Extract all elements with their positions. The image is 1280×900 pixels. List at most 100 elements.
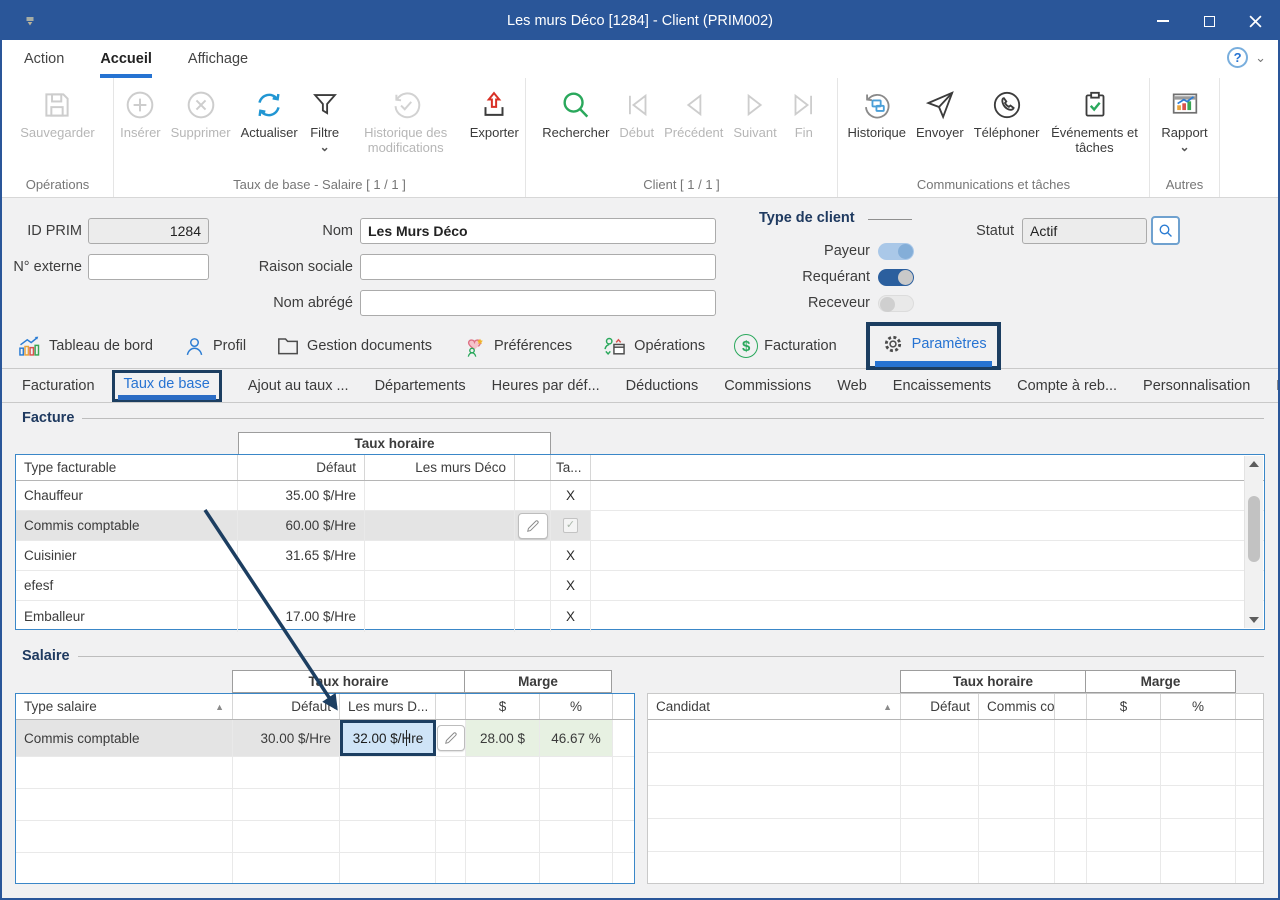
- edit-rate-button[interactable]: [518, 513, 548, 539]
- column-header-defaut[interactable]: Défaut: [901, 694, 979, 719]
- statut-field[interactable]: [1022, 218, 1147, 244]
- nom-field[interactable]: [360, 218, 716, 244]
- next-record-button[interactable]: Suivant: [728, 85, 781, 143]
- subtab-taux-de-base[interactable]: Taux de base: [112, 370, 222, 402]
- previous-record-button[interactable]: Précédent: [659, 85, 728, 143]
- edit-salary-rate-button[interactable]: [437, 725, 465, 751]
- table-row-selected[interactable]: Commis comptable 60.00 $/Hre ✓: [16, 511, 1264, 541]
- toolbar-group-client: Rechercher Début Précédent Suivant: [526, 78, 838, 197]
- tab-facturation[interactable]: $ Facturation: [734, 334, 837, 358]
- column-header-les-murs-d[interactable]: Les murs D...: [340, 694, 436, 719]
- candidat-table[interactable]: Candidat▲ Défaut Commis co... $ %: [647, 693, 1264, 884]
- search-icon: [559, 88, 593, 122]
- collapse-ribbon-icon[interactable]: ⌄: [1255, 50, 1266, 66]
- table-row[interactable]: Emballeur 17.00 $/Hre X: [16, 601, 1264, 632]
- ribbon-tab-affichage[interactable]: Affichage: [188, 40, 248, 78]
- events-tasks-button[interactable]: Événements et tâches: [1045, 85, 1145, 158]
- first-record-button[interactable]: Début: [614, 85, 659, 143]
- subtab-web[interactable]: Web: [837, 378, 867, 394]
- save-button[interactable]: Sauvegarder: [15, 85, 99, 143]
- column-header-type-facturable[interactable]: Type facturable: [16, 455, 238, 480]
- tab-preferences[interactable]: Préférences: [461, 333, 572, 360]
- refresh-button[interactable]: Actualiser: [236, 85, 303, 143]
- export-button[interactable]: Exporter: [465, 85, 524, 143]
- ribbon-tab-action[interactable]: Action: [24, 40, 64, 78]
- scroll-down-arrow[interactable]: [1245, 612, 1263, 628]
- client-rate-cell-highlighted[interactable]: 32.00 $/Hre: [340, 720, 436, 756]
- tab-profil[interactable]: Profil: [182, 334, 246, 359]
- receveur-toggle[interactable]: [878, 295, 914, 312]
- phone-button[interactable]: Téléphoner: [969, 85, 1045, 143]
- salaire-table[interactable]: Type salaire▲ Défaut Les murs D... $ % C…: [15, 693, 635, 884]
- last-record-button[interactable]: Fin: [782, 85, 826, 143]
- statut-lookup-button[interactable]: [1151, 216, 1180, 245]
- ta-checkbox[interactable]: ✓: [563, 518, 578, 533]
- raison-sociale-field[interactable]: [360, 254, 716, 280]
- column-header-dollar[interactable]: $: [466, 694, 540, 719]
- column-header-commis-co[interactable]: Commis co...: [979, 694, 1055, 719]
- minimize-button[interactable]: [1140, 2, 1186, 40]
- facture-table[interactable]: Type facturable Défaut Les murs Déco Ta.…: [15, 454, 1265, 630]
- vertical-scrollbar[interactable]: [1244, 456, 1263, 628]
- tab-parametres[interactable]: Paramètres: [866, 322, 1001, 370]
- subtab-ajout-au-taux[interactable]: Ajout au taux ...: [248, 378, 349, 394]
- tab-gestion-documents[interactable]: Gestion documents: [275, 333, 432, 359]
- column-header-defaut[interactable]: Défaut: [238, 455, 365, 480]
- scrollbar-thumb[interactable]: [1248, 496, 1260, 562]
- subtab-departements[interactable]: Départements: [375, 378, 466, 394]
- facture-header-row: Type facturable Défaut Les murs Déco Ta.…: [16, 455, 1264, 481]
- table-row[interactable]: efesf X: [16, 571, 1264, 601]
- search-button[interactable]: Rechercher: [537, 85, 614, 143]
- subtab-division-succursale[interactable]: Division/Succu...: [1276, 378, 1280, 394]
- payeur-toggle[interactable]: [878, 243, 914, 260]
- last-icon: [787, 88, 821, 122]
- type-de-client-title: Type de client: [759, 210, 855, 226]
- scroll-up-arrow[interactable]: [1245, 456, 1263, 472]
- filter-button[interactable]: Filtre ⌄: [303, 85, 347, 153]
- history-modifications-button[interactable]: Historique des modifications: [347, 85, 465, 158]
- subtab-facturation[interactable]: Facturation: [22, 378, 95, 394]
- help-icon[interactable]: ?: [1227, 47, 1248, 68]
- subtab-compte-a-rebours[interactable]: Compte à reb...: [1017, 378, 1117, 394]
- group-caption: Client [ 1 / 1 ]: [526, 177, 837, 192]
- column-header-candidat[interactable]: Candidat▲: [648, 694, 901, 719]
- salaire-data-row[interactable]: Commis comptable 30.00 $/Hre 32.00 $/Hre…: [16, 720, 634, 757]
- tab-tableau-de-bord[interactable]: Tableau de bord: [16, 333, 153, 360]
- column-header-percent[interactable]: %: [1161, 694, 1236, 719]
- column-header-action: [1055, 694, 1087, 719]
- insert-button[interactable]: Insérer: [115, 85, 165, 143]
- table-row[interactable]: Chauffeur 35.00 $/Hre X: [16, 481, 1264, 511]
- sort-asc-icon[interactable]: ▲: [883, 702, 892, 712]
- id-prim-field[interactable]: [88, 218, 209, 244]
- table-row[interactable]: Cuisinier 31.65 $/Hre X: [16, 541, 1264, 571]
- column-header-percent[interactable]: %: [540, 694, 613, 719]
- subtab-heures-par-defaut[interactable]: Heures par déf...: [492, 378, 600, 394]
- history-button[interactable]: Historique: [842, 85, 911, 143]
- magnifier-icon: [1157, 222, 1175, 240]
- no-externe-field[interactable]: [88, 254, 209, 280]
- subtab-commissions[interactable]: Commissions: [724, 378, 811, 394]
- subtab-encaissements[interactable]: Encaissements: [893, 378, 991, 394]
- tab-operations[interactable]: Opérations: [601, 333, 705, 360]
- subtab-deductions[interactable]: Déductions: [626, 378, 699, 394]
- column-header-type-salaire[interactable]: Type salaire▲: [16, 694, 233, 719]
- maximize-button[interactable]: [1186, 2, 1232, 40]
- gear-icon: [880, 331, 906, 357]
- salaire-taux-horaire-header: Taux horaire: [232, 670, 465, 693]
- send-button[interactable]: Envoyer: [911, 85, 969, 143]
- sort-asc-icon[interactable]: ▲: [215, 702, 224, 712]
- requerant-toggle[interactable]: [878, 269, 914, 286]
- client-section-tabs: Tableau de bord Profil Gestion documents…: [2, 324, 1278, 369]
- ribbon-tab-accueil[interactable]: Accueil: [100, 40, 152, 78]
- nom-abrege-label: Nom abrégé: [242, 290, 353, 316]
- payeur-label: Payeur: [742, 238, 870, 264]
- column-header-ta[interactable]: Ta...: [551, 455, 591, 480]
- delete-button[interactable]: Supprimer: [166, 85, 236, 143]
- subtab-personnalisation[interactable]: Personnalisation: [1143, 378, 1250, 394]
- report-button[interactable]: Rapport ⌄: [1156, 85, 1212, 153]
- column-header-defaut[interactable]: Défaut: [233, 694, 340, 719]
- close-button[interactable]: [1232, 2, 1278, 40]
- column-header-dollar[interactable]: $: [1087, 694, 1161, 719]
- column-header-les-murs-deco[interactable]: Les murs Déco: [365, 455, 515, 480]
- nom-abrege-field[interactable]: [360, 290, 716, 316]
